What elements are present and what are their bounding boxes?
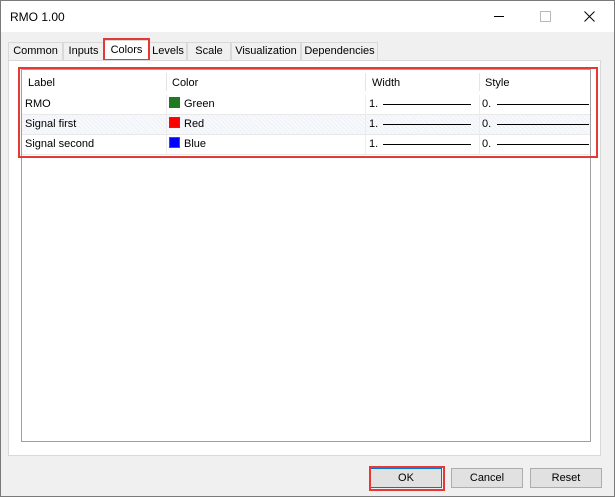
color-swatch[interactable] — [169, 97, 180, 108]
width-line-sample — [383, 124, 471, 125]
tab-scale[interactable]: Scale — [187, 42, 231, 60]
width-line-sample — [383, 104, 471, 105]
table-row[interactable]: RMO Green 1. 0. — [22, 95, 590, 115]
table-row[interactable]: Signal first Red 1. 0. — [22, 115, 590, 135]
width-value[interactable]: 1. — [369, 118, 378, 130]
color-name[interactable]: Red — [184, 118, 204, 130]
style-value[interactable]: 0. — [482, 98, 491, 110]
table-row[interactable]: Signal second Blue 1. 0. — [22, 135, 590, 155]
colors-panel: Label Color Width Style RMO Green 1. 0. — [8, 60, 601, 456]
width-line-sample — [383, 144, 471, 145]
width-value[interactable]: 1. — [369, 98, 378, 110]
style-line-sample — [497, 124, 589, 125]
header-style[interactable]: Style — [485, 77, 509, 89]
tab-visualization[interactable]: Visualization — [231, 42, 301, 60]
style-line-sample — [497, 104, 589, 105]
maximize-button — [522, 1, 567, 32]
dialog-window: RMO 1.00 Common Inputs Colors Levels Sca… — [0, 0, 615, 497]
tab-common[interactable]: Common — [8, 42, 63, 60]
grid-header: Label Color Width Style — [22, 70, 590, 94]
header-color[interactable]: Color — [172, 77, 198, 89]
style-line-sample — [497, 144, 589, 145]
window-title: RMO 1.00 — [10, 10, 65, 24]
color-swatch[interactable] — [169, 137, 180, 148]
header-width[interactable]: Width — [372, 77, 400, 89]
style-value[interactable]: 0. — [482, 118, 491, 130]
row-label: Signal first — [25, 118, 77, 130]
header-label[interactable]: Label — [28, 77, 55, 89]
color-swatch[interactable] — [169, 117, 180, 128]
minimize-button[interactable] — [476, 1, 521, 32]
width-value[interactable]: 1. — [369, 138, 378, 150]
cancel-button[interactable]: Cancel — [451, 468, 523, 488]
tab-dependencies[interactable]: Dependencies — [301, 42, 378, 60]
close-button[interactable] — [567, 1, 612, 32]
row-label: Signal second — [25, 138, 95, 150]
style-value[interactable]: 0. — [482, 138, 491, 150]
title-bar[interactable]: RMO 1.00 — [1, 1, 614, 32]
colors-grid: Label Color Width Style RMO Green 1. 0. — [21, 69, 591, 442]
row-label: RMO — [25, 98, 51, 110]
tab-colors[interactable]: Colors — [104, 40, 149, 61]
ok-button[interactable]: OK — [370, 468, 442, 488]
color-name[interactable]: Blue — [184, 138, 206, 150]
reset-button[interactable]: Reset — [530, 468, 602, 488]
tab-levels[interactable]: Levels — [149, 42, 187, 60]
color-name[interactable]: Green — [184, 98, 215, 110]
tab-inputs[interactable]: Inputs — [63, 42, 104, 60]
close-icon — [584, 11, 595, 22]
